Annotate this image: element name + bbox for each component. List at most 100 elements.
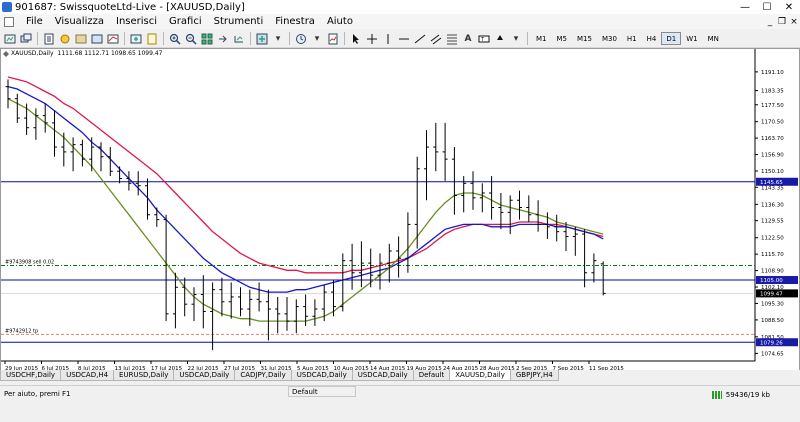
tab-gbpjpy-h4[interactable]: GBPJPY,H4 [509,370,559,381]
tab-usdcad-daily-2[interactable]: USDCAD,Daily [290,370,353,381]
candle-bar [554,214,560,242]
meta-editor-icon[interactable] [145,32,159,46]
candle-bar [79,139,85,167]
arrows-icon[interactable] [493,32,507,46]
y-tick-label: 1170.50 [761,120,784,126]
tab-default[interactable]: Default [412,370,451,381]
strategy-tester-icon[interactable] [106,32,120,46]
tab-cadjpy-daily[interactable]: CADJPY,Daily [234,370,292,381]
timeframe-d1[interactable]: D1 [661,32,682,45]
indicators-icon[interactable] [255,32,269,46]
timeframe-h4[interactable]: H4 [642,32,662,45]
market-watch-icon[interactable] [42,32,56,46]
sell-order-label: #9743908 sell 0.02 [5,260,54,266]
candle-bar [200,275,206,329]
timeframe-w1[interactable]: W1 [681,32,702,45]
child-restore-button[interactable]: ❐ [776,14,788,29]
timeframe-m5[interactable]: M5 [552,32,573,45]
price-tag: 1145.65 [756,177,798,186]
candle-bar [5,79,11,109]
maximize-button[interactable]: ☐ [756,0,778,14]
close-button[interactable]: ✕ [778,0,800,14]
tab-usdcad-h4[interactable]: USDCAD,H4 [60,370,115,381]
child-close-button[interactable]: × [788,14,800,29]
price-tag-label: 1145.65 [760,180,783,186]
menu-tools[interactable]: Strumenti [208,16,270,27]
toolbar-separator [163,32,164,45]
chart-symbol-icon [3,50,9,57]
menu-window[interactable]: Finestra [269,16,321,27]
autoscroll-icon[interactable] [232,32,246,46]
fibonacci-icon[interactable] [445,32,459,46]
menu-charts[interactable]: Grafici [163,16,208,27]
toolbar-separator [527,32,528,45]
chart-ohlc: 1111.68 1112.71 1098.65 1099.47 [57,50,163,57]
timeframe-m1[interactable]: M1 [531,32,552,45]
trendline-icon[interactable] [413,32,427,46]
timeframe-mn[interactable]: MN [703,32,724,45]
periods-icon[interactable] [294,32,308,46]
new-order-icon[interactable] [129,32,143,46]
candle-bar [600,261,606,296]
timeframe-h1[interactable]: H1 [622,32,642,45]
navigator-icon[interactable] [74,32,88,46]
candle-bar [591,253,597,283]
tile-windows-icon[interactable] [200,32,214,46]
timeframe-m30[interactable]: M30 [597,32,622,45]
channel-icon[interactable] [429,32,443,46]
minimize-button[interactable]: — [734,0,756,14]
candle-bar [535,200,541,232]
zoom-in-icon[interactable] [168,32,182,46]
zoom-out-icon[interactable] [184,32,198,46]
menu-file[interactable]: File [20,16,49,27]
cursor-icon[interactable] [349,32,363,46]
menu-help[interactable]: Aiuto [321,16,359,27]
candle-bar [275,296,281,334]
candle-bar [312,299,318,326]
tab-usdchf-daily[interactable]: USDCHF,Daily [0,370,62,381]
profiles-icon[interactable] [19,32,33,46]
dropdown-arrow-icon[interactable]: ▾ [271,32,285,46]
candle-bar [98,142,104,172]
candle-bar [182,277,188,317]
vertical-line-icon[interactable] [381,32,395,46]
horizontal-line-icon[interactable] [397,32,411,46]
chart-window[interactable]: 1191.10 1183.35 1177.50 1170.50 1163.70 1156.… [0,48,800,375]
candle-bar [284,296,290,331]
candle-bar [256,282,262,312]
tab-eurusd-daily[interactable]: EURUSD,Daily [113,370,175,381]
terminal-icon[interactable] [90,32,104,46]
dropdown-arrow-icon[interactable]: ▾ [310,32,324,46]
window-title: 901687: SwissquoteLtd-Live - [XAUUSD,Dai… [15,1,245,13]
tab-usdcad-daily-3[interactable]: USDCAD,Daily [351,370,414,381]
app-icon [2,2,12,12]
tab-xauusd-daily[interactable]: XAUUSD,Daily [449,370,511,381]
text-tool-icon[interactable]: A [461,32,475,46]
candle-bar [451,147,457,215]
candle-bar [572,226,578,256]
candle-bar [489,176,495,220]
timeframe-m15[interactable]: M15 [572,32,597,45]
candle-bar [89,137,95,172]
dropdown-arrow-icon[interactable]: ▾ [509,32,523,46]
menu-bar: File Visualizza Inserisci Grafici Strume… [0,14,800,29]
chart-shift-icon[interactable] [216,32,230,46]
moving-average-olive [7,98,604,322]
candle-bar [52,110,57,157]
label-tool-icon[interactable]: T [477,32,491,46]
crosshair-icon[interactable] [365,32,379,46]
y-tick-label: 1108.90 [761,269,784,275]
child-minimize-button[interactable]: _ [764,14,776,29]
data-window-icon[interactable] [58,32,72,46]
candle-bar [424,130,429,201]
menu-insert[interactable]: Inserisci [110,16,163,27]
new-chart-icon[interactable] [3,32,17,46]
menu-view[interactable]: Visualizza [49,16,110,27]
toolbar-separator [37,32,38,45]
templates-icon[interactable] [326,32,340,46]
price-tag-label: 1099.47 [760,292,783,298]
price-chart[interactable]: 1191.10 1183.35 1177.50 1170.50 1163.70 1156.… [1,49,799,374]
moving-average-red [7,76,604,274]
candle-bar [442,122,448,181]
tab-usdcad-daily[interactable]: USDCAD,Daily [173,370,236,381]
